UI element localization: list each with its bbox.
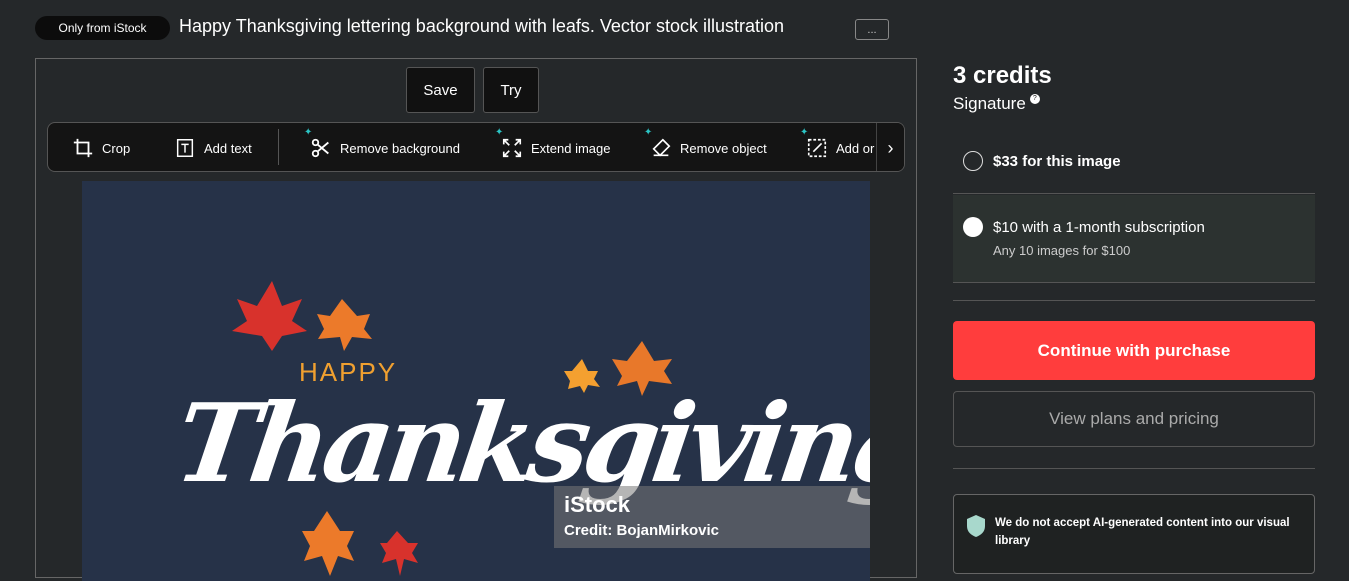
option-label: $33 for this image <box>993 153 1121 170</box>
try-button[interactable]: Try <box>483 67 539 113</box>
radio-subscription[interactable] <box>963 217 983 237</box>
only-from-istock-badge: Only from iStock <box>35 16 170 40</box>
toolbar-divider <box>278 129 279 165</box>
tool-label: Add or <box>836 140 875 156</box>
divider <box>953 468 1315 469</box>
watermark-credit: Credit: BojanMirkovic <box>564 522 720 539</box>
tool-label: Add text <box>204 140 252 156</box>
tool-label: Crop <box>102 140 131 156</box>
tool-add-object[interactable]: ✦ Add or <box>800 123 875 171</box>
edit-toolbar: Crop Add text ✦ Remove background ✦ Exte… <box>47 122 905 172</box>
tool-label: Remove object <box>680 140 767 156</box>
ai-sparkle-icon: ✦ <box>644 127 653 138</box>
license-tier: Signature? <box>953 94 1040 114</box>
divider <box>953 300 1315 301</box>
shield-icon <box>967 515 985 537</box>
tool-label: Remove background <box>340 140 460 156</box>
tool-add-text[interactable]: Add text <box>174 123 252 171</box>
text-icon <box>176 139 194 157</box>
watermark: iStock Credit: BojanMirkovic <box>554 486 870 548</box>
ai-notice-text: We do not accept AI-generated content in… <box>995 517 1290 547</box>
tool-extend-image[interactable]: ✦ Extend image <box>495 123 611 171</box>
option-subscription[interactable]: $10 with a 1-month subscription Any 10 i… <box>953 195 1315 283</box>
more-button[interactable]: ... <box>855 19 889 40</box>
ai-sparkle-icon: ✦ <box>304 127 313 138</box>
tier-label: Signature <box>953 94 1026 113</box>
scissors-icon <box>311 138 329 158</box>
page-title: Happy Thanksgiving lettering background … <box>179 16 784 36</box>
option-label: $10 with a 1-month subscription <box>993 219 1205 236</box>
tool-crop[interactable]: Crop <box>72 123 131 171</box>
ai-sparkle-icon: ✦ <box>495 127 504 138</box>
option-single-image[interactable]: $33 for this image <box>953 140 1315 194</box>
radio-single-image[interactable] <box>963 151 983 171</box>
help-icon[interactable]: ? <box>1029 94 1040 104</box>
tool-label: Extend image <box>531 140 611 156</box>
tool-remove-object[interactable]: ✦ Remove object <box>644 123 767 171</box>
crop-icon <box>73 138 93 158</box>
credits-price: 3 credits <box>953 62 1052 89</box>
watermark-logo: iStock <box>564 492 631 517</box>
toolbar-next-button[interactable]: › <box>876 123 904 171</box>
view-plans-button[interactable]: View plans and pricing <box>953 391 1315 447</box>
stock-image-preview: HAPPY Thanksgiving iStock Credit: BojanM… <box>82 181 870 581</box>
expand-icon <box>502 138 522 158</box>
ai-notice: We do not accept AI-generated content in… <box>953 494 1315 574</box>
continue-purchase-button[interactable]: Continue with purchase <box>953 321 1315 380</box>
eraser-icon <box>652 138 671 157</box>
edit-icon <box>807 138 827 158</box>
tool-remove-background[interactable]: ✦ Remove background <box>304 123 460 171</box>
option-sublabel: Any 10 images for $100 <box>993 243 1131 258</box>
save-button[interactable]: Save <box>406 67 475 113</box>
ai-sparkle-icon: ✦ <box>800 127 809 138</box>
